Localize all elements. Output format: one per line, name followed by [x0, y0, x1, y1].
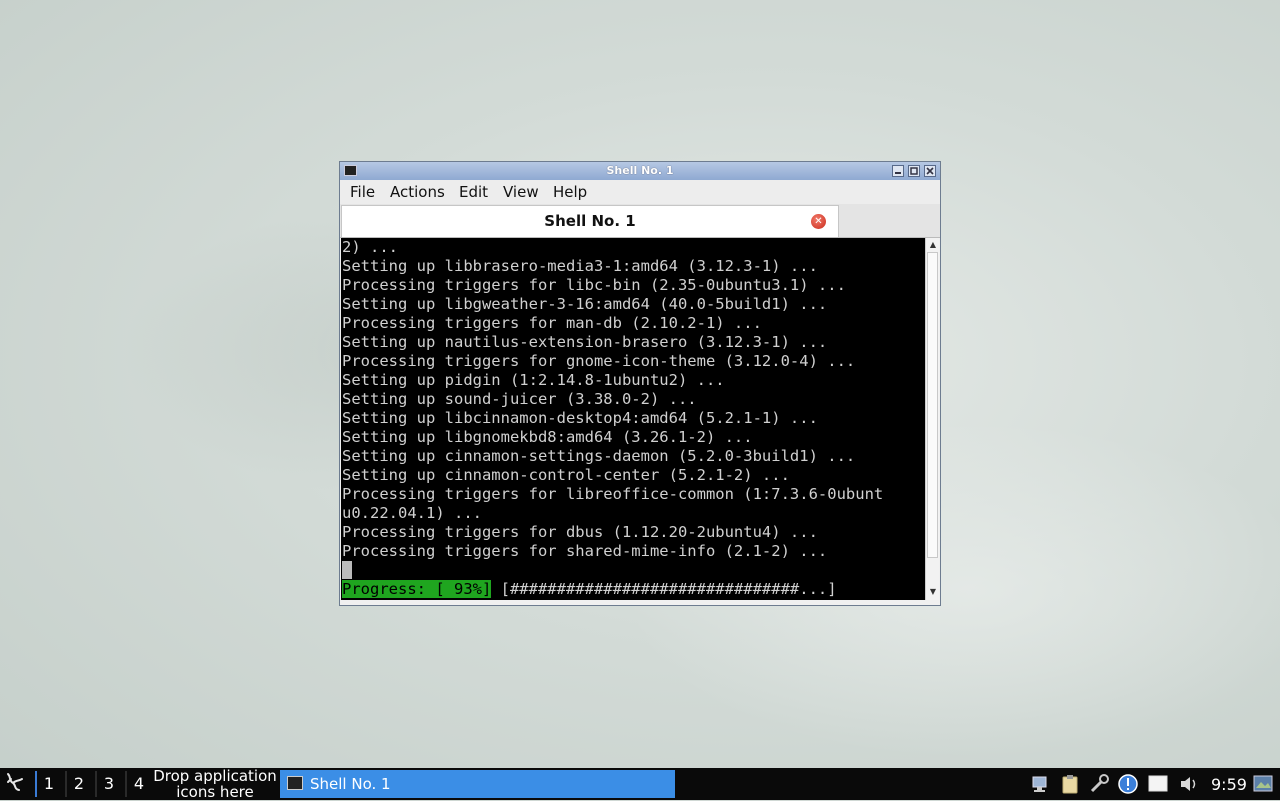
terminal-line: Processing triggers for libreoffice-comm…: [342, 485, 884, 503]
maximize-icon: [910, 167, 918, 175]
terminal-line: Setting up libcinnamon-desktop4:amd64 (5…: [342, 409, 818, 427]
terminal-line: Setting up nautilus-extension-brasero (3…: [342, 333, 828, 351]
progress-bar: [###############################...]: [491, 580, 837, 598]
launcher-drop-zone[interactable]: Drop application icons here: [150, 768, 280, 800]
terminal-line: Setting up libbrasero-media3-1:amd64 (3.…: [342, 257, 818, 275]
terminal-line: Setting up sound-juicer (3.38.0-2) ...: [342, 390, 697, 408]
workspace-3[interactable]: 3: [95, 771, 121, 797]
minimize-button[interactable]: [892, 165, 904, 177]
task-shell-1[interactable]: Shell No. 1: [280, 770, 675, 798]
terminal-line: Processing triggers for libc-bin (2.35-0…: [342, 276, 846, 294]
terminal-cursor: [342, 561, 352, 579]
notification-icon[interactable]: [1117, 773, 1139, 795]
menu-view[interactable]: View: [503, 183, 539, 201]
menu-icon[interactable]: [2, 771, 28, 797]
terminal-window[interactable]: Shell No. 1 File Actions Edit View Help …: [339, 161, 941, 606]
tools-icon[interactable]: [1088, 773, 1110, 795]
terminal-line: Setting up libgnomekbd8:amd64 (3.26.1-2)…: [342, 428, 753, 446]
close-icon: [926, 167, 934, 175]
terminal-line: Setting up cinnamon-control-center (5.2.…: [342, 466, 790, 484]
window-title: Shell No. 1: [606, 164, 674, 177]
progress-label: Progress: [ 93%]: [342, 580, 492, 598]
tab-label: Shell No. 1: [544, 212, 636, 230]
tab-shell-1[interactable]: Shell No. 1 ✕: [341, 205, 839, 237]
workspace-2[interactable]: 2: [65, 771, 91, 797]
window-titlebar[interactable]: Shell No. 1: [340, 162, 940, 180]
volume-icon[interactable]: [1178, 773, 1200, 795]
close-button[interactable]: [924, 165, 936, 177]
workspace-4[interactable]: 4: [125, 771, 151, 797]
maximize-button[interactable]: [908, 165, 920, 177]
terminal-task-icon: [287, 776, 303, 790]
clipboard-icon[interactable]: [1059, 773, 1081, 795]
terminal-line: Setting up pidgin (1:2.14.8-1ubuntu2) ..…: [342, 371, 725, 389]
scroll-up-icon[interactable]: ▲: [927, 239, 939, 251]
progress-line: Progress: [ 93%] [######################…: [342, 580, 837, 599]
menubar: File Actions Edit View Help: [340, 180, 940, 204]
network-icon[interactable]: [1030, 773, 1052, 795]
taskbar: 1 2 3 4 Drop application icons here Shel…: [0, 768, 1280, 800]
terminal-output[interactable]: 2) ... Setting up libbrasero-media3-1:am…: [341, 238, 925, 600]
terminal-line: Processing triggers for shared-mime-info…: [342, 542, 828, 560]
terminal-line: 2) ...: [342, 238, 398, 256]
minimize-icon: [895, 172, 901, 174]
task-label: Shell No. 1: [310, 775, 391, 793]
menu-actions[interactable]: Actions: [390, 183, 445, 201]
display-icon[interactable]: [1147, 773, 1169, 795]
scroll-down-icon[interactable]: ▼: [927, 586, 939, 598]
menu-help[interactable]: Help: [553, 183, 587, 201]
clock[interactable]: 9:59: [1211, 775, 1247, 794]
terminal-line: Processing triggers for man-db (2.10.2-1…: [342, 314, 762, 332]
workspace-1[interactable]: 1: [35, 771, 61, 797]
menu-edit[interactable]: Edit: [459, 183, 488, 201]
scrollbar-thumb[interactable]: [927, 252, 938, 558]
terminal-scrollbar[interactable]: ▲ ▼: [925, 238, 939, 600]
terminal-line: Setting up cinnamon-settings-daemon (5.2…: [342, 447, 856, 465]
terminal-line: Setting up libgweather-3-16:amd64 (40.0-…: [342, 295, 828, 313]
terminal-line: u0.22.04.1) ...: [342, 504, 482, 522]
terminal-line: Processing triggers for gnome-icon-theme…: [342, 352, 856, 370]
tab-close-icon[interactable]: ✕: [811, 214, 826, 229]
show-desktop-icon[interactable]: [1252, 773, 1274, 795]
tab-strip: Shell No. 1 ✕: [340, 204, 940, 238]
terminal-line: Processing triggers for dbus (1.12.20-2u…: [342, 523, 818, 541]
menu-file[interactable]: File: [350, 183, 375, 201]
